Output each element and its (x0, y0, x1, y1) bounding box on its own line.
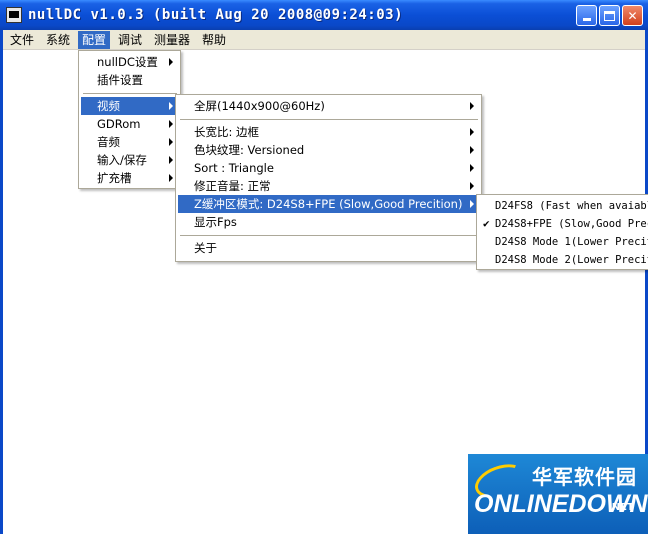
window-title: nullDC v1.0.3 (built Aug 20 2008@09:24:0… (28, 7, 404, 23)
zbuffer-menu: D24FS8 (Fast when avaiable ✔ D24S8+FPE (… (476, 194, 648, 270)
maximize-icon (604, 10, 615, 21)
window-frame-left (0, 30, 3, 534)
menu-item-d24fs8[interactable]: D24FS8 (Fast when avaiable (479, 197, 648, 215)
menu-item-video[interactable]: 视频 (81, 97, 178, 115)
menu-item-label: 插件设置 (97, 73, 143, 87)
menu-debug[interactable]: 调试 (114, 31, 146, 49)
menu-item-label: D24S8 Mode 1(Lower Precit (495, 236, 648, 248)
menu-item-label: 全屏(1440x900@60Hz) (194, 99, 325, 113)
menu-item-label: 扩充槽 (97, 171, 132, 185)
menu-bar: 文件 系统 配置 调试 测量器 帮助 (0, 30, 648, 50)
submenu-arrow-icon (470, 182, 474, 190)
submenu-arrow-icon (169, 120, 173, 128)
menu-item-d24s8-mode2[interactable]: D24S8 Mode 2(Lower Precit (479, 251, 648, 269)
submenu-arrow-icon (470, 128, 474, 136)
menu-item-label: D24S8+FPE (Slow,Good Preci (495, 218, 648, 230)
menu-item-gdrom[interactable]: GDRom (81, 115, 178, 133)
menu-item-label: Sort : Triangle (194, 161, 274, 175)
menu-item-label: 长宽比: 边框 (194, 125, 260, 139)
menu-separator (83, 93, 177, 94)
menu-profiler[interactable]: 测量器 (150, 31, 194, 49)
menu-item-zbuffer-mode[interactable]: Z缓冲区模式: D24S8+FPE (Slow,Good Precition) (178, 195, 479, 213)
menu-item-label: 输入/保存 (97, 153, 147, 167)
menu-item-label: 显示Fps (194, 215, 237, 229)
maximize-button[interactable] (599, 5, 620, 26)
menu-item-sort[interactable]: Sort : Triangle (178, 159, 479, 177)
menu-item-label: 视频 (97, 99, 120, 113)
submenu-arrow-icon (169, 58, 173, 66)
menu-item-fullscreen[interactable]: 全屏(1440x900@60Hz) (178, 97, 479, 115)
menu-item-about[interactable]: 关于 (178, 239, 479, 257)
menu-separator (180, 235, 478, 236)
menu-item-label: GDRom (97, 117, 141, 131)
watermark-logo: 华军软件园 ONLINEDOWN .NET (468, 454, 648, 534)
watermark-cn-text: 华军软件园 (532, 465, 637, 489)
menu-item-expansion-slot[interactable]: 扩充槽 (81, 169, 178, 187)
submenu-arrow-icon (169, 174, 173, 182)
menu-item-d24s8-fpe[interactable]: ✔ D24S8+FPE (Slow,Good Preci (479, 215, 648, 233)
menu-item-show-fps[interactable]: 显示Fps (178, 213, 479, 231)
menu-help[interactable]: 帮助 (198, 31, 230, 49)
menu-item-volume-correction[interactable]: 修正音量: 正常 (178, 177, 479, 195)
menu-item-label: 修正音量: 正常 (194, 179, 271, 193)
menu-item-label: D24FS8 (Fast when avaiable (495, 200, 648, 212)
menu-system[interactable]: 系统 (42, 31, 74, 49)
menu-item-label: Z缓冲区模式: D24S8+FPE (Slow,Good Precition) (194, 197, 463, 211)
title-bar[interactable]: nullDC v1.0.3 (built Aug 20 2008@09:24:0… (0, 0, 648, 30)
menu-item-label: 关于 (194, 241, 217, 255)
checkmark-icon: ✔ (483, 217, 490, 230)
menu-config[interactable]: 配置 (78, 31, 111, 49)
menu-item-audio[interactable]: 音频 (81, 133, 178, 151)
menu-item-palette-texture[interactable]: 色块纹理: Versioned (178, 141, 479, 159)
video-menu: 全屏(1440x900@60Hz) 长宽比: 边框 色块纹理: Versione… (175, 94, 482, 262)
menu-item-label: 音频 (97, 135, 120, 149)
menu-item-aspect-ratio[interactable]: 长宽比: 边框 (178, 123, 479, 141)
menu-item-label: nullDC设置 (97, 55, 158, 69)
menu-item-label: 色块纹理: Versioned (194, 143, 305, 157)
menu-separator (180, 119, 478, 120)
app-icon[interactable] (6, 7, 22, 23)
config-menu: nullDC设置 插件设置 视频 GDRom 音频 输入/保存 扩充槽 (78, 50, 181, 189)
menu-item-label: D24S8 Mode 2(Lower Precit (495, 254, 648, 266)
submenu-arrow-icon (470, 200, 474, 208)
minimize-button[interactable] (576, 5, 597, 26)
submenu-arrow-icon (169, 102, 173, 110)
menu-item-d24s8-mode1[interactable]: D24S8 Mode 1(Lower Precit (479, 233, 648, 251)
submenu-arrow-icon (169, 138, 173, 146)
submenu-arrow-icon (169, 156, 173, 164)
close-icon: ✕ (627, 8, 638, 23)
submenu-arrow-icon (470, 164, 474, 172)
submenu-arrow-icon (470, 146, 474, 154)
submenu-arrow-icon (470, 102, 474, 110)
watermark-suffix: .NET (608, 502, 634, 513)
menu-item-plugin-settings[interactable]: 插件设置 (81, 71, 178, 89)
menu-item-input-save[interactable]: 输入/保存 (81, 151, 178, 169)
menu-item-nulldc-settings[interactable]: nullDC设置 (81, 53, 178, 71)
minimize-icon (582, 18, 591, 21)
menu-file[interactable]: 文件 (6, 31, 38, 49)
close-button[interactable]: ✕ (622, 5, 643, 26)
